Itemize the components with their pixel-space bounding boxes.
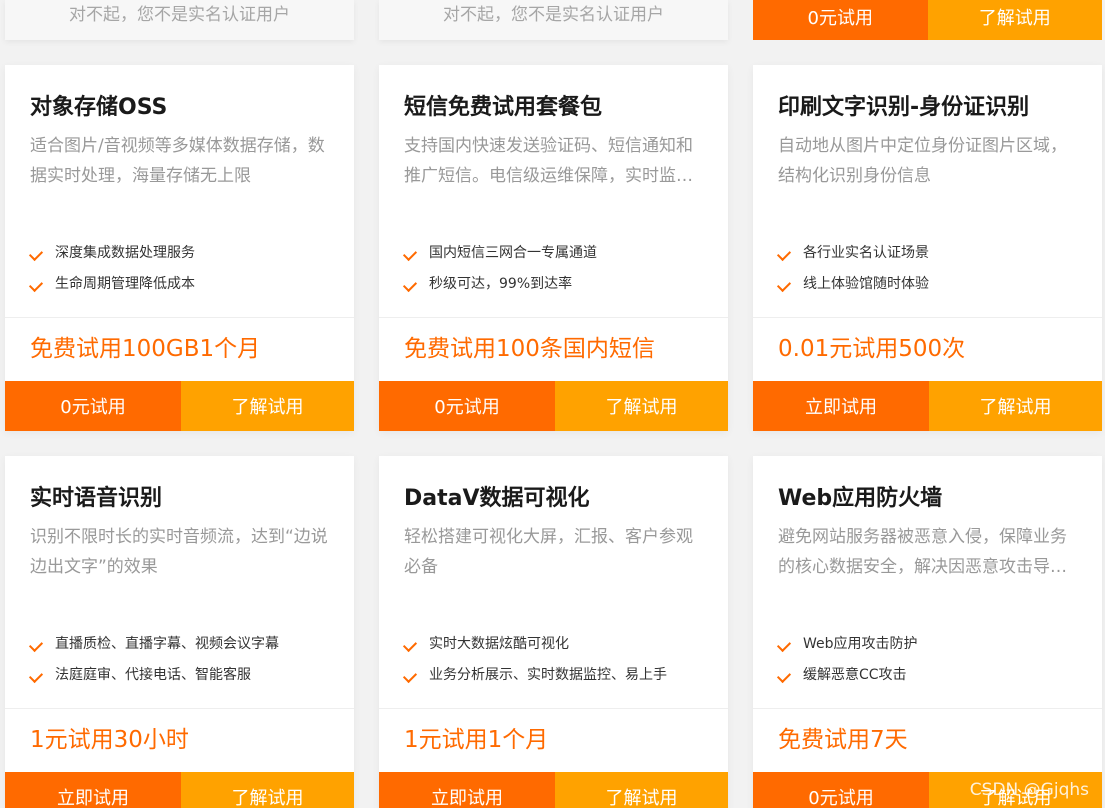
product-description: 轻松搭建可视化大屏，汇报、客户参观必备 [404,527,693,577]
feature-item: 深度集成数据处理服务 [28,238,195,269]
check-icon [28,668,44,684]
feature-list: 实时大数据炫酷可视化 业务分析展示、实时数据监控、易上手 [402,629,667,691]
check-icon [776,637,792,653]
learn-trial-button[interactable]: 了解试用 [927,0,1102,40]
feature-list: 深度集成数据处理服务 生命周期管理降低成本 [28,238,195,300]
check-icon [776,277,792,293]
product-title: 印刷文字识别-身份证识别 [778,95,1030,120]
divider [753,317,1102,318]
product-card-oss: 对象存储OSS 适合图片/音视频等多媒体数据存储，数据实时处理，海量存储无上限 … [5,65,354,431]
feature-item: 法庭庭审、代接电话、智能客服 [28,660,279,691]
product-description: 避免网站服务器被恶意入侵，保障业务的核心数据安全，解决因恶意攻击导致的服务器性能… [778,527,1067,577]
promo-text: 免费试用100条国内短信 [404,336,655,362]
trial-button[interactable]: 0元试用 [379,381,555,431]
feature-list: Web应用攻击防护 缓解恶意CC攻击 [776,629,918,691]
free-trial-button[interactable]: 0元试用 [753,0,928,40]
check-icon [28,246,44,262]
divider [5,708,354,709]
feature-list: 各行业实名认证场景 线上体验馆随时体验 [776,238,929,300]
divider [379,708,728,709]
watermark: CSDN @Gjqhs [969,780,1089,800]
product-description: 适合图片/音视频等多媒体数据存储，数据实时处理，海量存储无上限 [30,136,325,186]
product-card-sms: 短信免费试用套餐包 支持国内快速发送验证码、短信通知和推广短信。电信级运维保障，… [379,65,728,431]
learn-trial-button[interactable]: 了解试用 [181,381,354,431]
product-card-ocr-idcard: 印刷文字识别-身份证识别 自动地从图片中定位身份证图片区域，结构化识别身份信息 … [753,65,1102,431]
card-buttons: 0元试用 了解试用 [5,381,354,431]
check-icon [28,277,44,293]
divider [753,708,1102,709]
learn-trial-button[interactable]: 了解试用 [181,772,354,808]
feature-item: 直播质检、直播字幕、视频会议字幕 [28,629,279,660]
product-title: 对象存储OSS [30,95,168,120]
trial-products-page: 对不起，您不是实名认证用户 对不起，您不是实名认证用户 0元试用 了解试用 对象… [0,0,1105,808]
promo-text: 1元试用30小时 [30,727,189,753]
product-title: DataV数据可视化 [404,486,590,511]
promo-text: 免费试用7天 [778,727,908,753]
feature-list: 国内短信三网合一专属通道 秒级可达，99%到达率 [402,238,597,300]
product-card-datav: DataV数据可视化 轻松搭建可视化大屏，汇报、客户参观必备 实时大数据炫酷可视… [379,456,728,808]
feature-item: 秒级可达，99%到达率 [402,269,597,300]
trial-button[interactable]: 立即试用 [379,772,555,808]
auth-notice-text: 对不起，您不是实名认证用户 [443,5,664,25]
product-description: 支持国内快速发送验证码、短信通知和推广短信。电信级运维保障，实时监控自动切换 [404,136,693,186]
auth-notice-card: 对不起，您不是实名认证用户 [5,0,354,40]
product-title: 短信免费试用套餐包 [404,95,603,120]
feature-item: Web应用攻击防护 [776,629,918,660]
learn-trial-button[interactable]: 了解试用 [929,381,1102,431]
learn-trial-button[interactable]: 了解试用 [555,772,728,808]
feature-item: 实时大数据炫酷可视化 [402,629,667,660]
auth-notice-card: 对不起，您不是实名认证用户 [379,0,728,40]
trial-button[interactable]: 立即试用 [753,381,929,431]
card-buttons: 0元试用 了解试用 [379,381,728,431]
promo-text: 免费试用100GB1个月 [30,336,261,362]
check-icon [776,246,792,262]
feature-item: 线上体验馆随时体验 [776,269,929,300]
feature-item: 业务分析展示、实时数据监控、易上手 [402,660,667,691]
product-card-waf: Web应用防火墙 避免网站服务器被恶意入侵，保障业务的核心数据安全，解决因恶意攻… [753,456,1102,808]
check-icon [402,637,418,653]
promo-text: 0.01元试用500次 [778,336,966,362]
feature-item: 各行业实名认证场景 [776,238,929,269]
product-card-speech: 实时语音识别 识别不限时长的实时音频流，达到“边说边出文字”的效果 直播质检、直… [5,456,354,808]
check-icon [402,277,418,293]
check-icon [776,668,792,684]
trial-button[interactable]: 0元试用 [753,772,929,808]
promo-text: 1元试用1个月 [404,727,549,753]
trial-button[interactable]: 0元试用 [5,381,181,431]
divider [379,317,728,318]
learn-trial-button[interactable]: 了解试用 [555,381,728,431]
auth-notice-text: 对不起，您不是实名认证用户 [69,5,290,25]
trial-button[interactable]: 立即试用 [5,772,181,808]
card-buttons: 立即试用 了解试用 [753,381,1102,431]
top-card-buttons: 0元试用 了解试用 [753,0,1102,40]
divider [5,317,354,318]
product-title: Web应用防火墙 [778,486,943,511]
check-icon [402,668,418,684]
feature-item: 缓解恶意CC攻击 [776,660,918,691]
card-buttons: 立即试用 了解试用 [379,772,728,808]
product-title: 实时语音识别 [30,486,163,511]
check-icon [28,637,44,653]
feature-item: 国内短信三网合一专属通道 [402,238,597,269]
feature-item: 生命周期管理降低成本 [28,269,195,300]
product-description: 自动地从图片中定位身份证图片区域，结构化识别身份信息 [778,136,1067,186]
card-buttons: 立即试用 了解试用 [5,772,354,808]
check-icon [402,246,418,262]
feature-list: 直播质检、直播字幕、视频会议字幕 法庭庭审、代接电话、智能客服 [28,629,279,691]
product-description: 识别不限时长的实时音频流，达到“边说边出文字”的效果 [30,527,328,577]
